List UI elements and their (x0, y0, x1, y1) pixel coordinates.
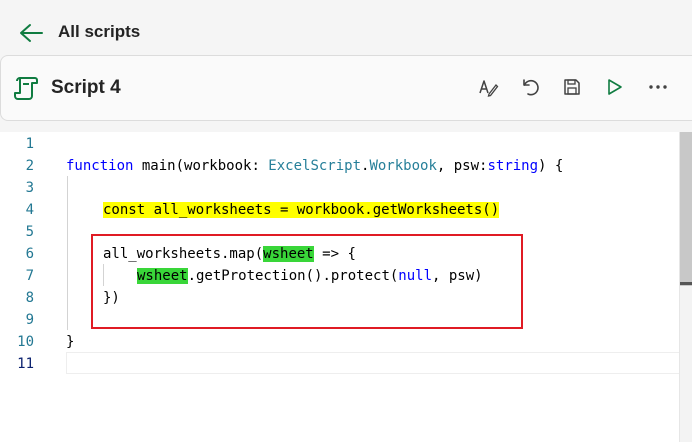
indent-guide (67, 176, 68, 330)
run-button[interactable] (603, 76, 625, 98)
code-line-10: } (66, 334, 75, 350)
undo-icon (523, 79, 539, 96)
code-token: ) { (538, 158, 564, 174)
scrollbar-position-marker (680, 282, 692, 285)
play-icon (608, 79, 622, 95)
line-number: 7 (25, 268, 34, 284)
code-line-2: function main(workbook: ExcelScript.Work… (66, 155, 563, 177)
more-options-button[interactable] (647, 76, 669, 98)
line-number: 8 (25, 290, 34, 306)
save-icon (564, 79, 580, 95)
script-title[interactable]: Script 4 (51, 77, 121, 99)
line-number: 2 (25, 158, 34, 174)
rename-button[interactable] (477, 76, 499, 98)
line-number: 3 (25, 180, 34, 196)
line-number: 6 (25, 246, 34, 262)
back-button[interactable] (18, 20, 44, 46)
current-line-highlight (66, 352, 692, 374)
script-header-card: Script 4 (0, 55, 692, 121)
line-number-active: 11 (17, 356, 34, 372)
line-number: 4 (25, 202, 34, 218)
arrow-left-icon (20, 24, 43, 42)
line-number: 9 (25, 312, 34, 328)
vertical-scrollbar[interactable] (679, 132, 692, 442)
script-icon (13, 74, 41, 102)
code-token: , psw: (436, 158, 488, 174)
code-line-4: const all_worksheets = workbook.getWorks… (103, 199, 500, 221)
highlighted-code: const all_worksheets = workbook.getWorks… (103, 202, 500, 218)
back-label[interactable]: All scripts (58, 22, 140, 42)
more-icon (649, 85, 667, 89)
type-name: Workbook (369, 158, 437, 174)
line-number: 5 (25, 224, 34, 240)
rename-icon (479, 80, 499, 97)
scrollbar-thumb[interactable] (680, 132, 692, 286)
type-namespace: ExcelScript (268, 158, 362, 174)
save-button[interactable] (561, 76, 583, 98)
line-number: 1 (25, 136, 34, 152)
undo-button[interactable] (519, 76, 541, 98)
line-number: 10 (17, 334, 34, 350)
code-editor[interactable]: 1 2 3 4 5 6 7 8 9 10 11 function main(wo… (0, 132, 692, 442)
code-token: main(workbook: (133, 158, 269, 174)
annotation-box (91, 234, 523, 329)
keyword-function: function (66, 158, 134, 174)
header: All scripts (0, 0, 692, 56)
keyword-string: string (487, 158, 539, 174)
